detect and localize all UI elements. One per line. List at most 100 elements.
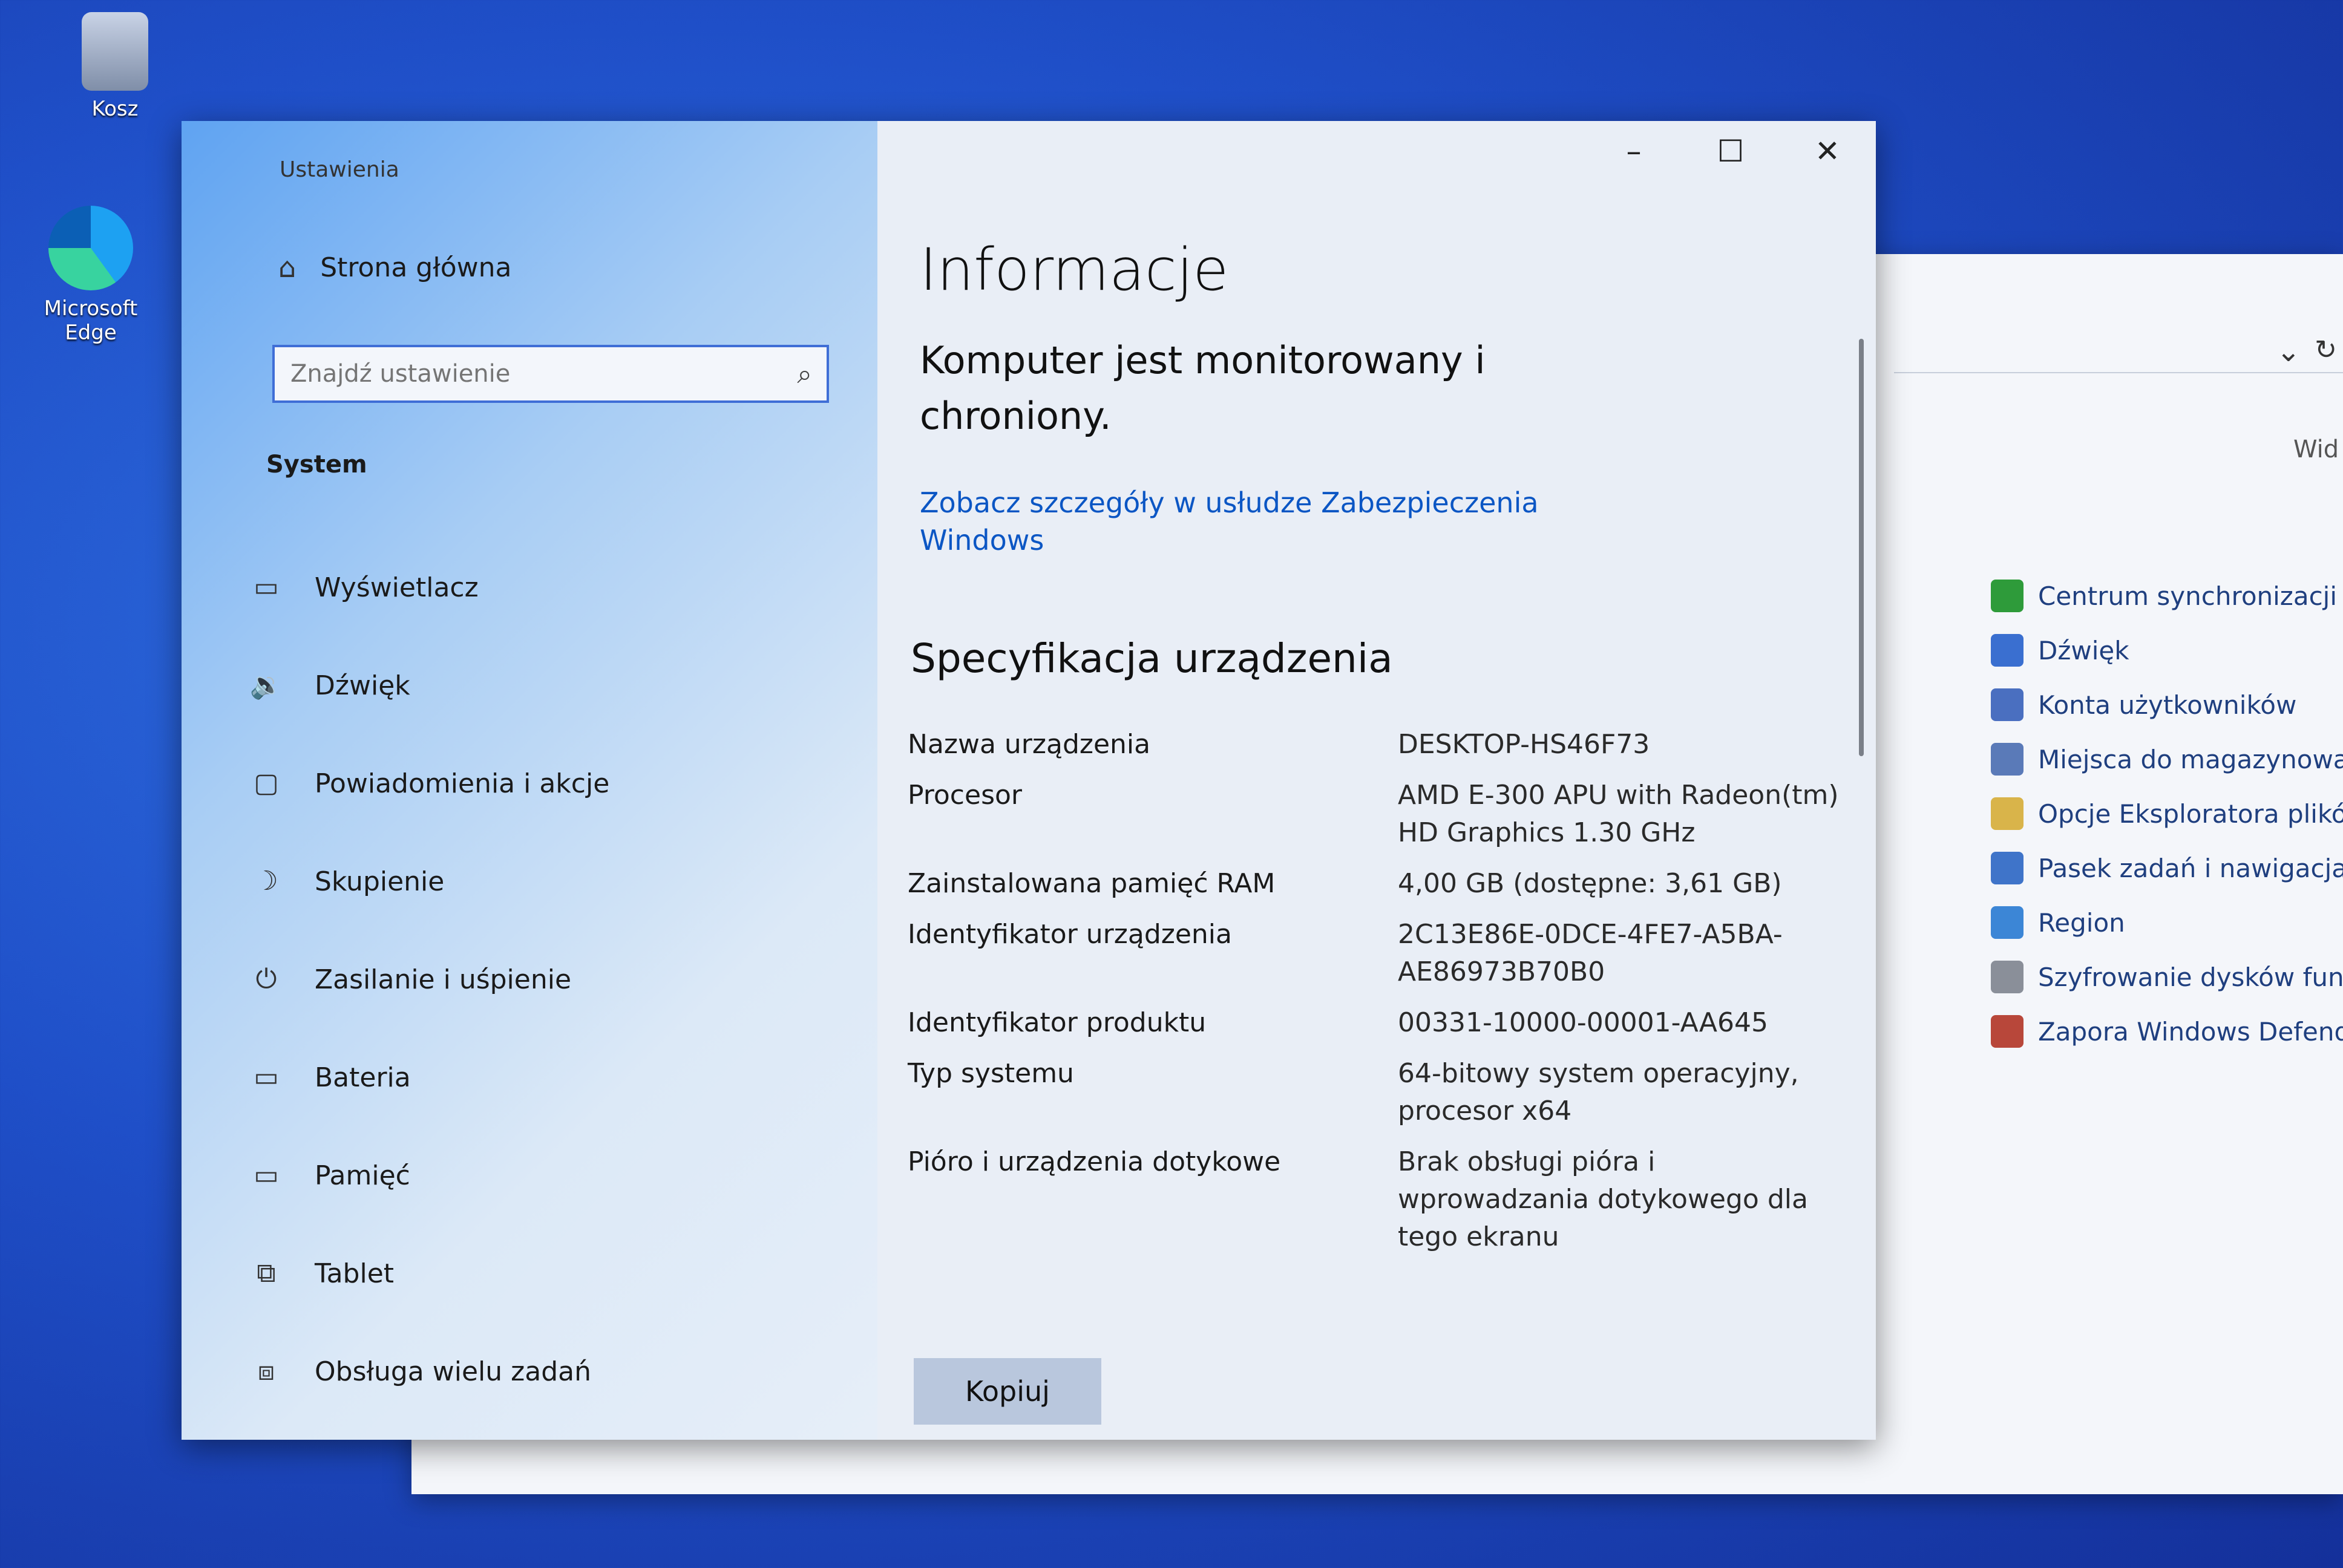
control-panel-item[interactable]: Zapora Windows Defende bbox=[1991, 1004, 2343, 1059]
spec-row: Nazwa urządzenia DESKTOP-HS46F73 bbox=[908, 726, 1840, 763]
storage-spaces-icon bbox=[1991, 743, 2024, 776]
control-panel-list: Centrum synchronizacji Dźwięk Konta użytko… bbox=[1991, 569, 2343, 1059]
control-panel-item[interactable]: Pasek zadań i nawigacja bbox=[1991, 841, 2343, 895]
control-panel-item[interactable]: Region bbox=[1991, 895, 2343, 950]
window-controls: – ☐ ✕ bbox=[1585, 121, 1876, 181]
refresh-icon[interactable]: ↻ bbox=[2315, 335, 2337, 365]
sidebar-item-2[interactable]: ▢ Powiadomienia i akcje bbox=[248, 734, 853, 832]
control-panel-item[interactable]: Miejsca do magazynowan bbox=[1991, 732, 2343, 786]
home-link[interactable]: ⌂ Strona główna bbox=[278, 251, 511, 284]
sidebar-item-label: Wyświetlacz bbox=[315, 572, 479, 603]
edge-icon bbox=[48, 206, 133, 290]
copy-button[interactable]: Kopiuj bbox=[914, 1358, 1101, 1425]
sidebar-item-label: Powiadomienia i akcje bbox=[315, 768, 610, 799]
control-panel-item[interactable]: Konta użytkowników bbox=[1991, 678, 2343, 732]
address-bar[interactable]: ⌄ ↻ bbox=[1894, 330, 2343, 373]
spec-value: DESKTOP-HS46F73 bbox=[1398, 729, 1650, 760]
control-panel-item[interactable]: Opcje Eksploratora plików bbox=[1991, 786, 2343, 841]
spec-key: Zainstalowana pamięć RAM bbox=[908, 868, 1276, 899]
search-icon[interactable]: ⌕ bbox=[797, 359, 812, 390]
spec-row: Procesor AMD E-300 APU with Radeon(tm) HD… bbox=[908, 777, 1840, 852]
desktop-recycle-bin[interactable]: Kosz bbox=[42, 12, 188, 121]
settings-nav: ▭ Wyświetlacz 🔉 Dźwięk ▢ Powiadomienia i akcj… bbox=[248, 538, 853, 1420]
desktop-edge-shortcut[interactable]: Microsoft Edge bbox=[18, 206, 163, 345]
sidebar-item-label: Bateria bbox=[315, 1062, 411, 1093]
spec-heading: Specyfikacja urządzenia bbox=[911, 635, 1393, 682]
control-panel-item[interactable]: Centrum synchronizacji bbox=[1991, 569, 2343, 623]
sidebar-item-label: Obsługa wielu zadań bbox=[315, 1356, 591, 1387]
security-details-link[interactable]: Zobacz szczegóły w usłudze Zabezpieczeni… bbox=[920, 484, 1585, 559]
sidebar-item-6[interactable]: ▭ Pamięć bbox=[248, 1126, 853, 1224]
control-panel-item-label: Centrum synchronizacji bbox=[2038, 581, 2338, 611]
multitasking-icon: ⧈ bbox=[258, 1356, 275, 1387]
search-box[interactable]: ⌕ bbox=[272, 345, 829, 403]
spec-key: Nazwa urządzenia bbox=[908, 729, 1151, 760]
control-panel-item-label: Zapora Windows Defende bbox=[2038, 1016, 2343, 1047]
bitlocker-icon bbox=[1991, 961, 2024, 993]
control-panel-item[interactable]: Szyfrowanie dysków funkc bbox=[1991, 950, 2343, 1004]
control-panel-item[interactable]: Dźwięk bbox=[1991, 623, 2343, 678]
chevron-down-icon[interactable]: ⌄ bbox=[2276, 335, 2301, 368]
sidebar-item-7[interactable]: ⧉ Tablet bbox=[248, 1224, 853, 1322]
page-title: Informacje bbox=[920, 236, 1229, 304]
sidebar-item-5[interactable]: ▭ Bateria bbox=[248, 1028, 853, 1126]
recycle-bin-icon bbox=[82, 12, 148, 91]
protection-status: Komputer jest monitorowany i chroniony. bbox=[920, 338, 1486, 438]
scrollbar[interactable] bbox=[1859, 339, 1864, 756]
sidebar-item-8[interactable]: ⧈ Obsługa wielu zadań bbox=[248, 1322, 853, 1420]
spec-key: Pióro i urządzenia dotykowe bbox=[908, 1146, 1281, 1177]
sidebar-item-label: Tablet bbox=[315, 1258, 395, 1289]
sidebar-item-4[interactable]: ⏻ Zasilanie i uśpienie bbox=[248, 930, 853, 1028]
spec-key: Identyfikator produktu bbox=[908, 1007, 1207, 1038]
sidebar-item-1[interactable]: 🔉 Dźwięk bbox=[248, 636, 853, 734]
maximize-button[interactable]: ☐ bbox=[1682, 121, 1779, 181]
user-accounts-icon bbox=[1991, 688, 2024, 721]
settings-sidebar: Ustawienia ⌂ Strona główna ⌕ System ▭ Wyś… bbox=[182, 121, 877, 1440]
sound-icon: 🔉 bbox=[249, 670, 283, 701]
spec-value: 4,00 GB (dostępne: 3,61 GB) bbox=[1398, 868, 1782, 899]
home-label: Strona główna bbox=[320, 252, 512, 283]
minimize-button[interactable]: – bbox=[1585, 121, 1682, 181]
firewall-icon bbox=[1991, 1015, 2024, 1048]
control-panel-item-label: Region bbox=[2038, 907, 2125, 938]
battery-icon: ▭ bbox=[254, 1062, 279, 1093]
spec-value: 00331-10000-00001-AA645 bbox=[1398, 1007, 1768, 1038]
spec-key: Typ systemu bbox=[908, 1058, 1074, 1089]
sidebar-item-label: Skupienie bbox=[315, 866, 445, 897]
speaker-icon bbox=[1991, 634, 2024, 667]
spec-value: Brak obsługi pióra i wprowadzania dotyko… bbox=[1398, 1146, 1808, 1252]
sync-center-icon bbox=[1991, 580, 2024, 612]
settings-window: Ustawienia ⌂ Strona główna ⌕ System ▭ Wyś… bbox=[182, 121, 1876, 1440]
sidebar-item-label: Pamięć bbox=[315, 1160, 410, 1191]
folder-options-icon bbox=[1991, 797, 2024, 830]
notifications-icon: ▢ bbox=[254, 768, 279, 799]
power-icon: ⏻ bbox=[255, 964, 277, 995]
spec-table: Nazwa urządzenia DESKTOP-HS46F73 Procesor A… bbox=[908, 726, 1840, 1256]
control-panel-item-label: Pasek zadań i nawigacja bbox=[2038, 853, 2343, 883]
sidebar-item-label: Zasilanie i uśpienie bbox=[315, 964, 572, 995]
taskbar-icon bbox=[1991, 852, 2024, 884]
spec-key: Identyfikator urządzenia bbox=[908, 919, 1232, 950]
desktop-icon-label: Microsoft Edge bbox=[44, 296, 138, 345]
spec-row: Identyfikator urządzenia 2C13E86E-0DCE-4F… bbox=[908, 916, 1840, 991]
control-panel-item-label: Opcje Eksploratora plików bbox=[2038, 799, 2343, 829]
control-panel-item-label: Miejsca do magazynowan bbox=[2038, 744, 2343, 774]
settings-content: – ☐ ✕ Informacje Komputer jest monitorow… bbox=[877, 121, 1876, 1440]
home-icon: ⌂ bbox=[278, 251, 297, 284]
storage-icon: ▭ bbox=[254, 1160, 279, 1191]
search-input[interactable] bbox=[289, 359, 798, 388]
control-panel-item-label: Szyfrowanie dysków funkc bbox=[2038, 962, 2343, 992]
spec-value: 64-bitowy system operacyjny, procesor x6… bbox=[1398, 1058, 1799, 1126]
sidebar-item-0[interactable]: ▭ Wyświetlacz bbox=[248, 538, 853, 636]
close-button[interactable]: ✕ bbox=[1779, 121, 1876, 181]
section-label: System bbox=[266, 451, 367, 479]
spec-value: AMD E-300 APU with Radeon(tm) HD Graphic… bbox=[1398, 780, 1839, 848]
sidebar-item-3[interactable]: ☽ Skupienie bbox=[248, 832, 853, 930]
app-title: Ustawienia bbox=[280, 157, 399, 182]
spec-value: 2C13E86E-0DCE-4FE7-A5BA-AE86973B70B0 bbox=[1398, 919, 1783, 987]
spec-row: Zainstalowana pamięć RAM 4,00 GB (dostępn… bbox=[908, 865, 1840, 903]
spec-key: Procesor bbox=[908, 780, 1022, 811]
desktop-icon-label: Kosz bbox=[91, 97, 139, 121]
spec-row: Typ systemu 64-bitowy system operacyjny, … bbox=[908, 1055, 1840, 1130]
control-panel-item-label: Konta użytkowników bbox=[2038, 690, 2297, 720]
